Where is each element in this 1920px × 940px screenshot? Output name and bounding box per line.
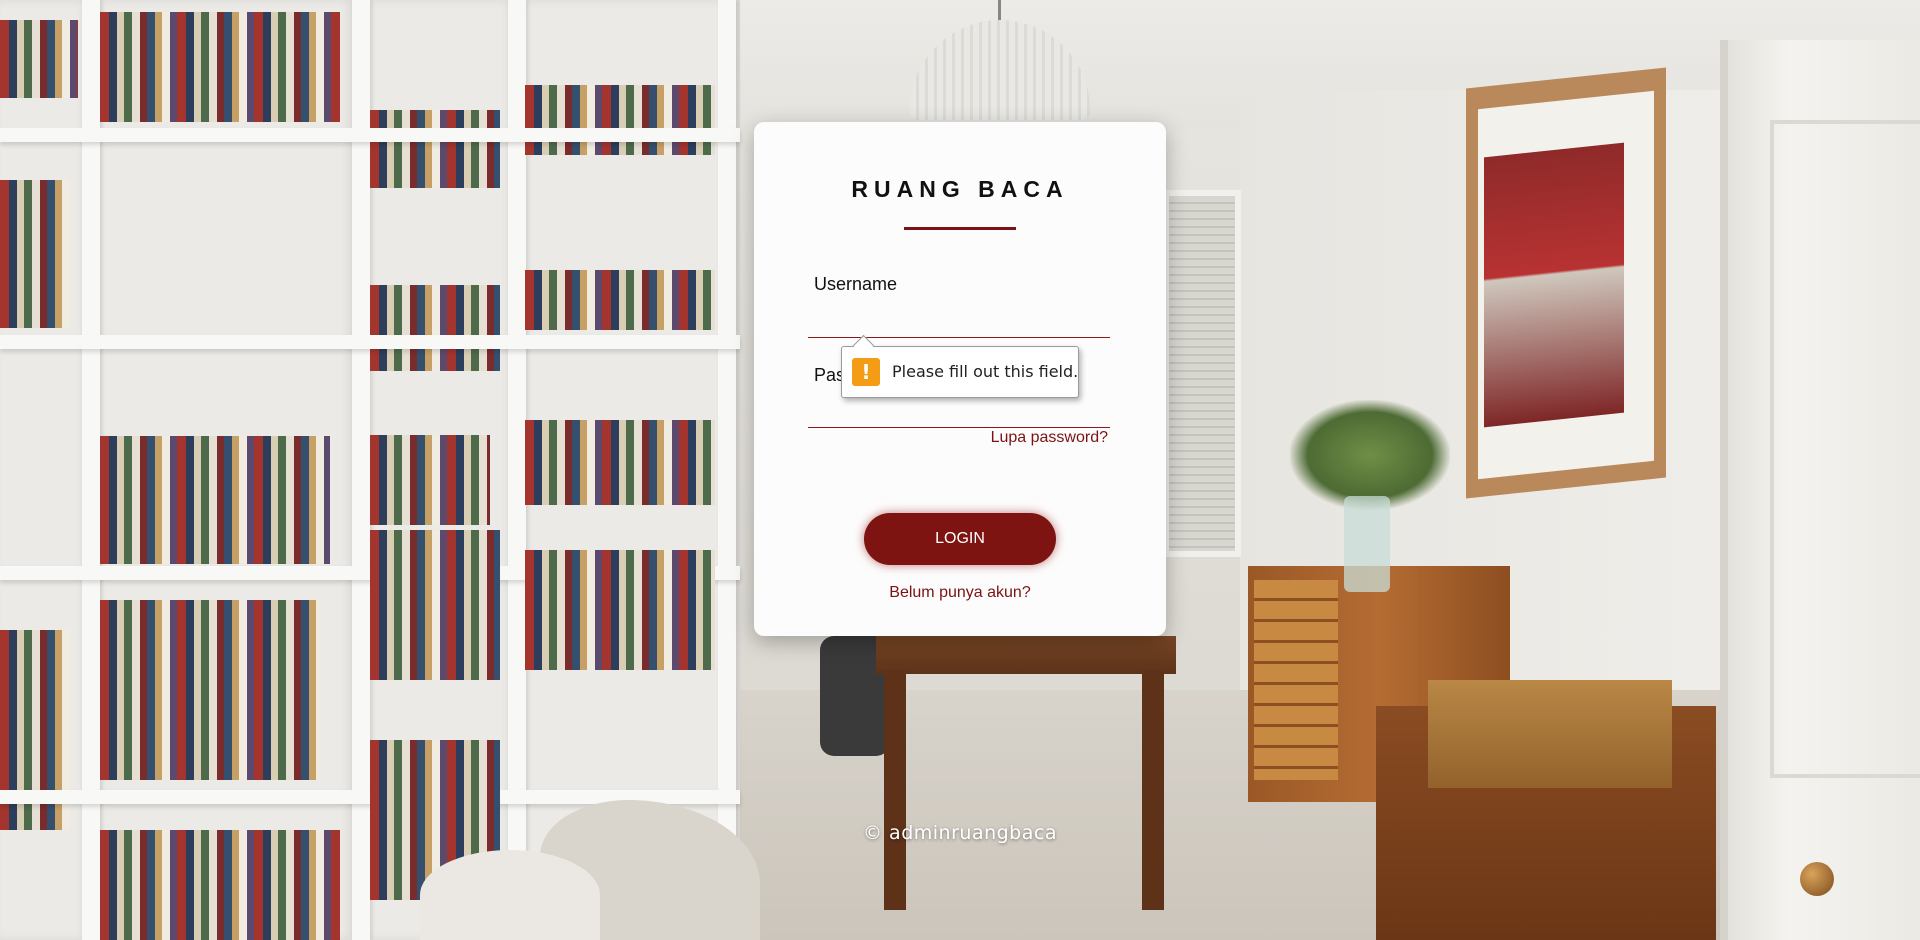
- desk: [876, 636, 1176, 674]
- username-input[interactable]: [808, 308, 1110, 338]
- door-panel: [1770, 120, 1920, 778]
- dresser-drawers: [1254, 580, 1338, 780]
- lily-flowers: [1290, 400, 1450, 510]
- painting-art: [1484, 142, 1624, 428]
- window-blinds: [1163, 190, 1241, 557]
- title-underline: [904, 227, 1016, 230]
- warning-icon: !: [852, 358, 880, 386]
- pillow: [420, 850, 600, 940]
- login-button[interactable]: LOGIN: [864, 513, 1056, 565]
- copyright-footer: © adminruangbaca: [863, 822, 1057, 844]
- forgot-password-link[interactable]: Lupa password?: [944, 429, 1108, 447]
- brand-title: RUANG BACA: [851, 176, 1069, 202]
- register-link[interactable]: Belum punya akun?: [754, 584, 1166, 602]
- glass-vase: [1344, 496, 1390, 592]
- door-knob: [1800, 862, 1834, 896]
- validation-message: Please fill out this field.: [892, 362, 1079, 381]
- desk-leg: [1142, 670, 1164, 910]
- login-page: RUANG BACA Username Pas Lupa password? L…: [0, 0, 1920, 940]
- password-input[interactable]: [808, 398, 1110, 428]
- desk-leg: [884, 670, 906, 910]
- wooden-box: [1428, 680, 1672, 788]
- username-label: Username: [814, 274, 898, 294]
- bookshelf-wall: [0, 0, 740, 940]
- validation-tooltip: ! Please fill out this field.: [841, 334, 1079, 398]
